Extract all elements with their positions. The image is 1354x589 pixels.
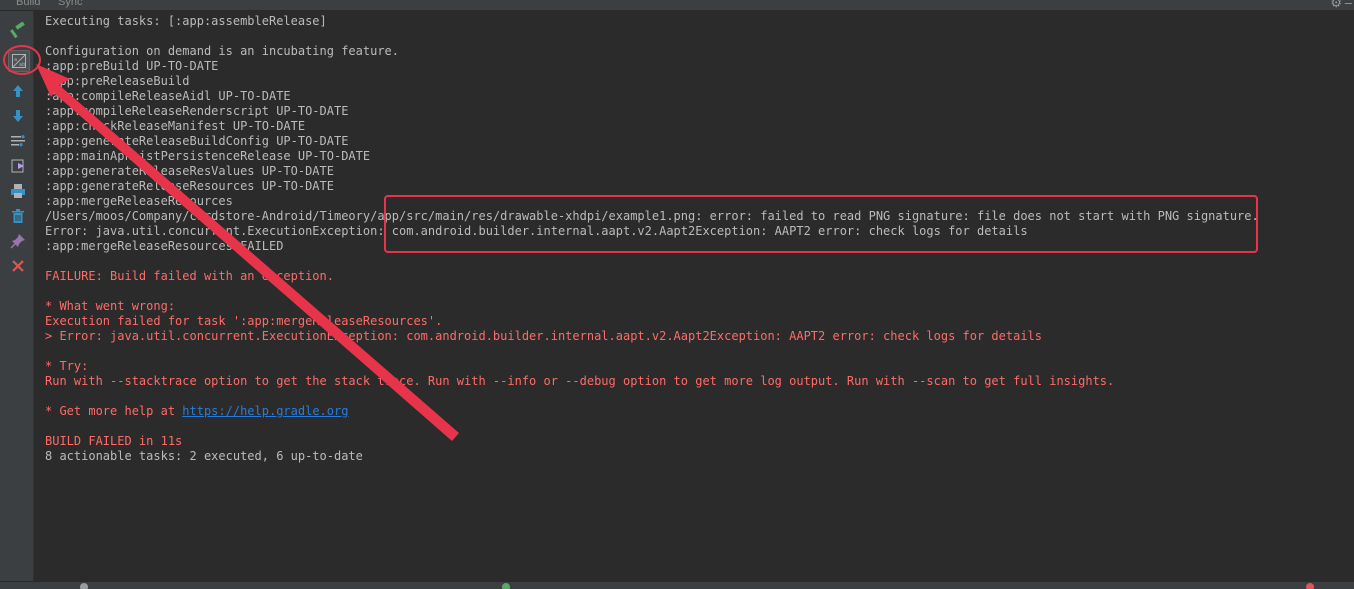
console-line: Executing tasks: [:app:assembleRelease] <box>45 14 327 28</box>
console-line: Execution failed for task ':app:mergeRel… <box>45 314 443 328</box>
minimize-icon[interactable]: – <box>1345 0 1352 10</box>
console-line: :app:mergeReleaseResources <box>45 194 233 208</box>
console-line: :app:preReleaseBuild <box>45 74 190 88</box>
console-line: :app:mainApkListPersistenceRelease UP-TO… <box>45 149 371 163</box>
tool-window-header: Build Sync ⚙ – <box>0 0 1354 11</box>
console-line: Configuration on demand is an incubating… <box>45 44 400 58</box>
svg-text:ab: ab <box>19 62 25 68</box>
arrow-up-icon[interactable] <box>9 82 27 100</box>
arrow-down-icon[interactable] <box>9 107 27 125</box>
console-line: FAILURE: Build failed with an exception. <box>45 269 334 283</box>
hammer-icon[interactable] <box>9 21 27 39</box>
console-line: 8 actionable tasks: 2 executed, 6 up-to-… <box>45 449 363 463</box>
console-line: Error: java.util.concurrent.ExecutionExc… <box>45 224 1028 238</box>
console-line: BUILD FAILED in 11s <box>45 434 183 448</box>
export-icon[interactable] <box>9 157 27 175</box>
console-line: :app:generateReleaseResValues UP-TO-DATE <box>45 164 334 178</box>
console-line: /Users/moos/Company/cardstore-Android/Ti… <box>45 209 1259 223</box>
status-indicator <box>502 583 510 589</box>
console-line: :app:mergeReleaseResources FAILED <box>45 239 284 253</box>
console-line: * Get more help at https://help.gradle.o… <box>45 404 1344 419</box>
tab-build[interactable]: Build <box>16 0 40 8</box>
gear-icon[interactable]: ⚙ <box>1330 0 1342 10</box>
console-line: Run with --stacktrace option to get the … <box>45 374 1115 388</box>
console-line: * What went wrong: <box>45 299 176 313</box>
build-console-output[interactable]: Executing tasks: [:app:assembleRelease] C… <box>45 14 1344 464</box>
console-line: :app:checkReleaseManifest UP-TO-DATE <box>45 119 306 133</box>
build-toolbar: a ab <box>0 11 34 581</box>
console-line: :app:generateReleaseBuildConfig UP-TO-DA… <box>45 134 349 148</box>
status-indicator <box>80 583 88 589</box>
console-line: :app:compileReleaseRenderscript UP-TO-DA… <box>45 104 349 118</box>
console-line: * Try: <box>45 359 89 373</box>
trash-icon[interactable] <box>9 207 27 225</box>
print-icon[interactable] <box>9 182 27 200</box>
toggle-view-icon[interactable]: a ab <box>8 50 30 72</box>
close-icon[interactable] <box>9 257 27 275</box>
error-indicator <box>1306 583 1314 589</box>
pin-icon[interactable] <box>9 232 27 250</box>
svg-text:a: a <box>14 57 17 63</box>
console-line: :app:preBuild UP-TO-DATE <box>45 59 219 73</box>
help-link[interactable]: https://help.gradle.org <box>182 404 348 418</box>
console-line: > Error: java.util.concurrent.ExecutionE… <box>45 329 1042 343</box>
filter-icon[interactable] <box>9 132 27 150</box>
console-line: :app:compileReleaseAidl UP-TO-DATE <box>45 89 291 103</box>
console-line-text: * Get more help at <box>45 404 183 418</box>
console-line: :app:generateReleaseResources UP-TO-DATE <box>45 179 334 193</box>
tab-sync[interactable]: Sync <box>58 0 82 8</box>
